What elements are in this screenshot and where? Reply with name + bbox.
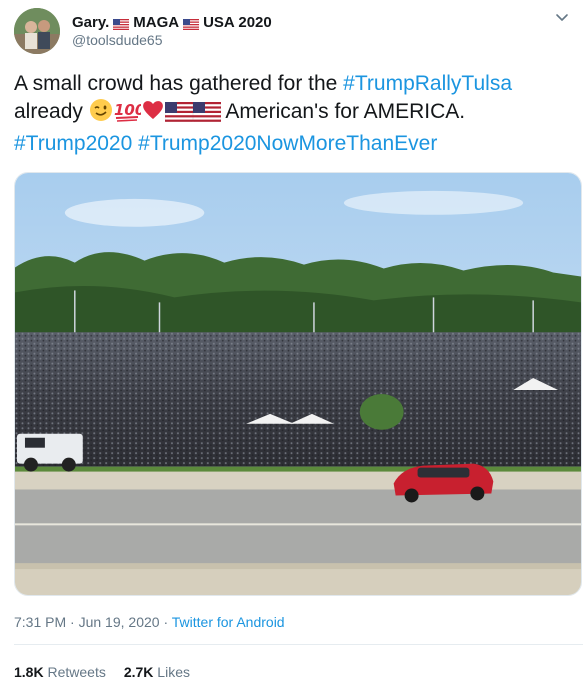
retweets-stat[interactable]: 1.8K Retweets xyxy=(14,664,106,680)
winking-face-icon xyxy=(89,98,113,130)
tweet-text: A small crowd has gathered for the #Trum… xyxy=(14,70,574,158)
tweet-time[interactable]: 7:31 PM xyxy=(14,614,66,630)
tweet-meta: 7:31 PM · Jun 19, 2020 · Twitter for And… xyxy=(14,614,285,630)
tweet-date[interactable]: Jun 19, 2020 xyxy=(79,614,160,630)
chevron-down-icon[interactable] xyxy=(553,8,571,26)
tweet-card: Gary. MAGA USA 2020 @toolsdude65 A small… xyxy=(0,0,583,686)
avatar[interactable] xyxy=(14,8,60,54)
divider xyxy=(14,644,583,645)
meta-separator: · xyxy=(66,614,79,630)
hashtag-link[interactable]: #Trump2020NowMoreThanEver xyxy=(138,132,437,155)
tweet-photo[interactable] xyxy=(14,172,582,596)
author-name-row[interactable]: Gary. MAGA USA 2020 xyxy=(72,12,272,32)
tweet-text-part: A small crowd has gathered for the xyxy=(14,72,344,95)
tweet-stats: 1.8K Retweets 2.7K Likes xyxy=(14,664,190,680)
author-badge-maga: MAGA xyxy=(133,13,180,31)
tweet-text-part: American's for AMERICA. xyxy=(220,100,466,123)
author-handle[interactable]: @toolsdude65 xyxy=(72,32,163,48)
us-flag-icon xyxy=(183,17,200,30)
author-badge-usa2020: USA 2020 xyxy=(203,13,272,31)
retweets-count: 1.8K xyxy=(14,664,44,680)
us-flag-icon xyxy=(113,17,130,30)
likes-count: 2.7K xyxy=(123,664,154,680)
hashtag-link[interactable]: #TrumpRallyTulsa xyxy=(343,72,512,95)
meta-separator: · xyxy=(159,614,172,630)
retweets-label: Retweets xyxy=(47,664,106,680)
hashtag-link[interactable]: #Trump2020 xyxy=(14,132,132,155)
red-heart-icon xyxy=(141,98,165,130)
us-flag-icon xyxy=(192,101,221,130)
author-name[interactable]: Gary. xyxy=(72,14,109,31)
hundred-points-icon: 100 xyxy=(113,98,145,130)
tweet-source-link[interactable]: Twitter for Android xyxy=(172,614,285,630)
us-flag-icon xyxy=(164,101,193,130)
tweet-text-part: already xyxy=(14,100,83,123)
likes-label: Likes xyxy=(157,664,190,680)
likes-stat[interactable]: 2.7K Likes xyxy=(124,664,190,680)
